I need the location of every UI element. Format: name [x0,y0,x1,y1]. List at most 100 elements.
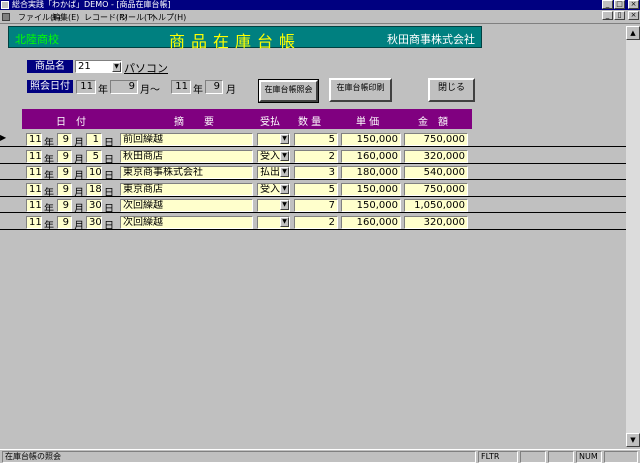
row-amount[interactable]: 320,000 [404,149,468,163]
scroll-up-icon[interactable]: ▲ [626,26,640,40]
inner-restore-button[interactable]: ▯ [614,11,625,20]
row-amount[interactable]: 320,000 [404,215,468,229]
table-row[interactable]: 11 年 9 月 30 日次回繰越 ▼ 7 150,000 1,050,000 [0,197,640,215]
from-month-field[interactable]: 9 [110,80,138,94]
to-year-field[interactable]: 11 [171,80,191,94]
row-price[interactable]: 180,000 [341,166,401,179]
table-row[interactable]: 11 年 9 月 5 日秋田商店 受入 ▼ 2 160,000 320,000 [0,148,640,166]
row-price[interactable]: 150,000 [341,133,401,146]
col-type: 受払 [260,117,280,128]
row-day[interactable]: 30 [86,215,102,229]
row-month[interactable]: 9 [57,149,72,163]
row-price[interactable]: 160,000 [341,215,401,229]
chevron-down-icon[interactable]: ▼ [280,216,289,227]
row-price[interactable]: 150,000 [341,199,401,212]
status-panel-blank-2 [548,451,574,463]
header-band: 北陸商校 商品在庫台帳 秋田商事株式会社 [8,26,482,51]
row-year[interactable]: 11 [26,133,42,146]
to-month-field[interactable]: 9 [205,80,223,94]
row-day[interactable]: 1 [86,133,102,146]
row-qty[interactable]: 5 [294,133,338,146]
status-num: NUM [576,451,602,463]
row-month[interactable]: 9 [57,133,72,146]
row-qty[interactable]: 5 [294,182,338,196]
row-price[interactable]: 150,000 [341,182,401,196]
col-price: 単 価 [356,117,380,128]
table-row[interactable]: 11 年 9 月 18 日東京商店 受入 ▼ 5 150,000 750,000 [0,181,640,199]
record-selector[interactable] [0,214,9,230]
app-icon [1,1,9,9]
company-name: 秋田商事株式会社 [387,33,475,46]
row-price[interactable]: 160,000 [341,149,401,163]
row-qty[interactable]: 2 [294,149,338,163]
row-amount[interactable]: 540,000 [404,166,468,179]
status-bar: 在庫台帳の照会 FLTR NUM [0,449,640,463]
table-row[interactable]: 11 年 9 月 10 日東京商事株式会社 払出 ▼ 3 180,000 540,000 [0,164,640,182]
record-selector[interactable] [0,197,9,213]
maximize-button[interactable]: □ [614,0,625,9]
col-amount: 金 額 [418,117,448,128]
row-day[interactable]: 18 [86,182,102,196]
col-date: 日 付 [56,117,86,128]
row-amount[interactable]: 750,000 [404,133,468,146]
menu-bar: ファイル(F) 編集(E) レコード(R) ツール(T) ヘルプ(H) _ ▯ … [0,10,640,24]
window-title: 総合実践「わかば」DEMO - [商品在庫台帳] [12,0,171,9]
record-selector[interactable] [0,148,9,164]
col-summary: 摘 要 [174,117,214,128]
row-summary[interactable]: 秋田商店 [120,149,253,163]
row-year[interactable]: 11 [26,199,42,212]
row-year[interactable]: 11 [26,182,42,196]
row-day[interactable]: 30 [86,199,102,212]
row-year[interactable]: 11 [26,215,42,229]
row-day[interactable]: 10 [86,166,102,179]
row-summary[interactable]: 次回繰越 [120,215,253,229]
row-summary[interactable]: 次回繰越 [120,199,253,212]
chevron-down-icon[interactable]: ▼ [280,200,289,210]
document-icon[interactable] [2,13,10,21]
row-summary[interactable]: 前回繰越 [120,133,253,146]
status-panel-blank-3 [604,451,638,463]
table-row[interactable]: 11 年 9 月 30 日次回繰越 ▼ 2 160,000 320,000 [0,214,640,232]
row-summary[interactable]: 東京商事株式会社 [120,166,253,179]
chevron-down-icon[interactable]: ▼ [280,167,289,177]
chevron-down-icon[interactable]: ▼ [280,134,289,144]
row-amount[interactable]: 1,050,000 [404,199,468,212]
menu-edit[interactable]: 編集(E) [52,12,79,23]
row-month[interactable]: 9 [57,166,72,179]
minimize-button[interactable]: _ [602,0,613,9]
to-month-unit: 月 [226,85,236,96]
close-button[interactable]: 閉じる [428,78,475,102]
row-amount[interactable]: 750,000 [404,182,468,196]
chevron-down-icon[interactable]: ▼ [280,150,289,161]
chevron-down-icon[interactable]: ▼ [112,62,121,72]
row-day[interactable]: 5 [86,149,102,163]
row-qty[interactable]: 2 [294,215,338,229]
menu-help[interactable]: ヘルプ(H) [150,12,186,23]
row-divider [0,228,640,230]
table-row[interactable]: ▶ 11 年 9 月 1 日前回繰越 ▼ 5 150,000 750,000 [0,131,640,149]
row-qty[interactable]: 3 [294,166,338,179]
chevron-down-icon[interactable]: ▼ [280,183,289,194]
close-window-button[interactable]: × [628,0,639,9]
school-name: 北陸商校 [15,33,59,46]
row-month[interactable]: 9 [57,199,72,212]
row-year[interactable]: 11 [26,149,42,163]
inner-close-button[interactable]: × [628,11,639,20]
row-month[interactable]: 9 [57,215,72,229]
scroll-down-icon[interactable]: ▼ [626,433,640,447]
row-month[interactable]: 9 [57,182,72,196]
row-year[interactable]: 11 [26,166,42,179]
query-ledger-button[interactable]: 在庫台帳照会 [258,79,319,103]
record-selector[interactable]: ▶ [0,131,9,147]
row-qty[interactable]: 7 [294,199,338,212]
page-title: 商品在庫台帳 [169,32,302,51]
record-selector[interactable] [0,181,9,197]
row-summary[interactable]: 東京商店 [120,182,253,196]
from-year-field[interactable]: 11 [76,80,96,94]
print-ledger-button[interactable]: 在庫台帳印刷 [329,78,392,102]
record-selector[interactable] [0,164,9,180]
vertical-scrollbar[interactable]: ▲ ▼ [626,26,640,447]
product-name: パソコン [124,62,168,75]
to-year-unit: 年 [193,85,203,96]
inner-minimize-button[interactable]: _ [602,11,613,20]
